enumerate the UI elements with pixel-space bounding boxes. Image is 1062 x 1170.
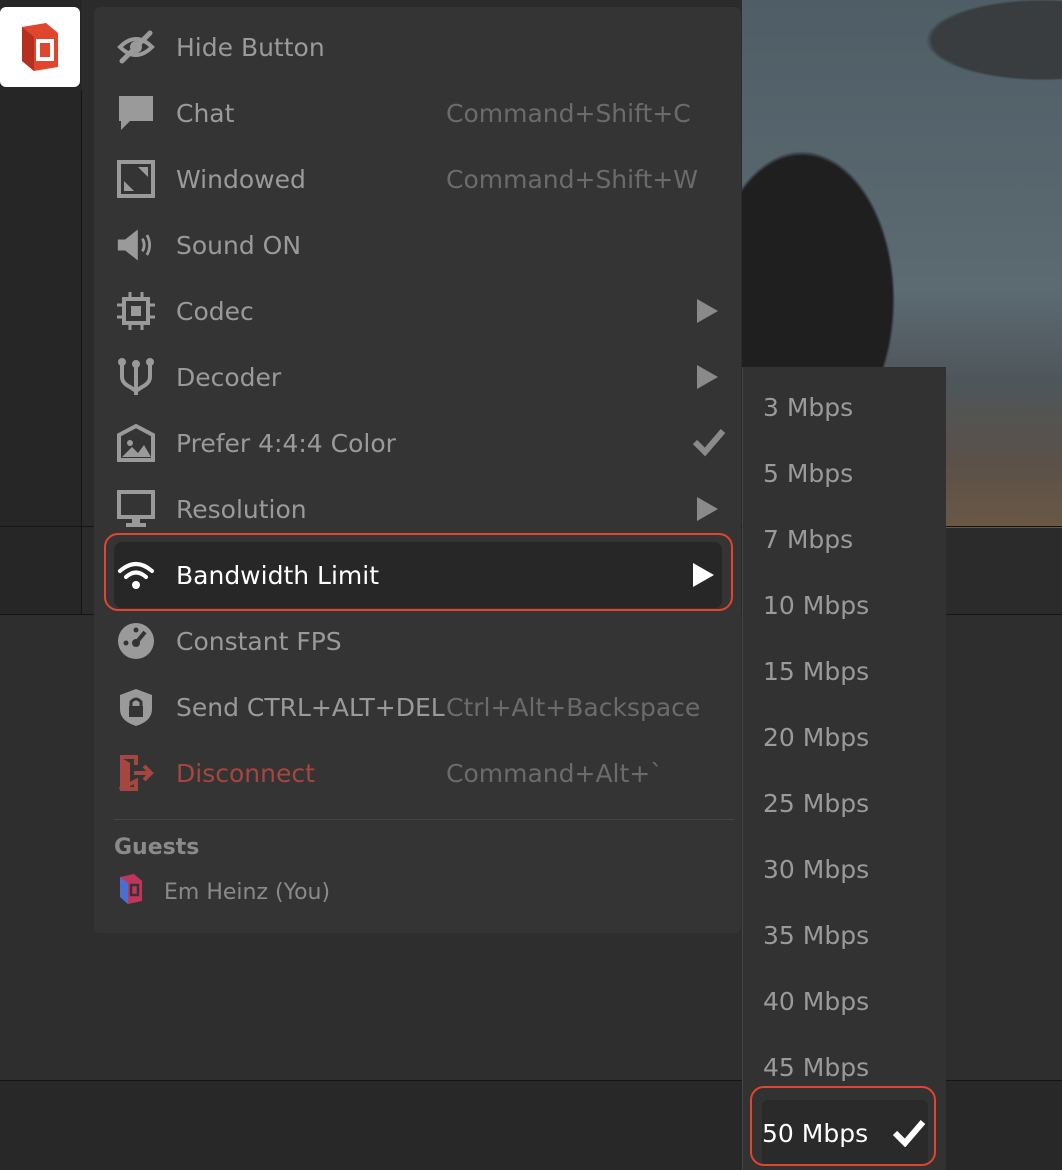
menu-item-constant-fps[interactable]: Constant FPS — [114, 608, 726, 674]
menu-item-label: Sound ON — [176, 230, 302, 260]
parsec-logo-button[interactable] — [0, 7, 80, 87]
menu-item-label: Prefer 4:4:4 Color — [176, 428, 396, 458]
speaker-icon — [116, 225, 156, 265]
exit-door-icon — [116, 753, 156, 793]
bandwidth-option[interactable]: 20 Mbps — [763, 704, 933, 770]
guest-item[interactable]: Em Heinz (You) — [118, 873, 330, 911]
menu-item-codec[interactable]: Codec — [114, 278, 726, 344]
chip-icon — [116, 291, 156, 331]
chat-bubble-icon — [116, 93, 156, 133]
lock-shield-icon — [116, 687, 156, 727]
menu-item-label: Hide Button — [176, 32, 325, 62]
menu-item-chat[interactable]: Chat Command+Shift+C — [114, 80, 726, 146]
submenu-arrow-icon — [697, 497, 718, 521]
image-icon — [116, 423, 156, 463]
bandwidth-option[interactable]: 40 Mbps — [763, 968, 933, 1034]
menu-item-label: Chat — [176, 98, 235, 128]
shortcut-label: Command+Alt+` — [446, 758, 663, 788]
option-label: 40 Mbps — [763, 986, 870, 1016]
overlay-menu: Hide Button Chat Command+Shift+C Windowe… — [94, 7, 741, 933]
option-label: 20 Mbps — [763, 722, 870, 752]
background-left-panel — [0, 0, 82, 614]
decoder-icon — [116, 357, 156, 397]
bandwidth-submenu: 3 Mbps 5 Mbps 7 Mbps 10 Mbps 15 Mbps 20 … — [742, 367, 946, 1170]
option-label: 35 Mbps — [763, 920, 870, 950]
menu-item-decoder[interactable]: Decoder — [114, 344, 726, 410]
checkmark-icon — [692, 427, 726, 463]
menu-item-disconnect[interactable]: Disconnect Command+Alt+` — [114, 740, 726, 806]
parsec-logo-icon — [22, 23, 58, 71]
option-label: 3 Mbps — [763, 392, 854, 422]
submenu-arrow-icon — [697, 365, 718, 389]
shortcut-label: Ctrl+Alt+Backspace — [446, 692, 701, 722]
eye-slash-icon — [116, 27, 156, 67]
windowed-icon — [116, 159, 156, 199]
menu-item-sound[interactable]: Sound ON — [114, 212, 726, 278]
bandwidth-option[interactable]: 3 Mbps — [763, 374, 933, 440]
option-label: 5 Mbps — [763, 458, 854, 488]
bandwidth-option[interactable]: 30 Mbps — [763, 836, 933, 902]
bandwidth-option[interactable]: 7 Mbps — [763, 506, 933, 572]
menu-item-label: Disconnect — [176, 758, 315, 788]
guests-heading: Guests — [114, 835, 200, 860]
menu-item-prefer-444-color[interactable]: Prefer 4:4:4 Color — [114, 410, 726, 476]
menu-item-label: Resolution — [176, 494, 307, 524]
menu-item-label: Send CTRL+ALT+DEL — [176, 692, 445, 722]
option-label: 15 Mbps — [763, 656, 870, 686]
menu-item-label: Decoder — [176, 362, 282, 392]
option-label: 7 Mbps — [763, 524, 854, 554]
menu-item-hide-button[interactable]: Hide Button — [114, 14, 726, 80]
highlight-ring — [104, 533, 733, 611]
guest-avatar-icon — [118, 873, 144, 911]
shortcut-label: Command+Shift+C — [446, 98, 691, 128]
menu-item-windowed[interactable]: Windowed Command+Shift+W — [114, 146, 726, 212]
menu-divider — [114, 819, 734, 820]
bandwidth-option[interactable]: 25 Mbps — [763, 770, 933, 836]
monitor-icon — [116, 489, 156, 529]
option-label: 25 Mbps — [763, 788, 870, 818]
highlight-ring — [750, 1086, 936, 1166]
guest-name: Em Heinz (You) — [164, 879, 331, 905]
bandwidth-option[interactable]: 5 Mbps — [763, 440, 933, 506]
option-label: 45 Mbps — [763, 1052, 870, 1082]
submenu-arrow-icon — [697, 299, 718, 323]
gauge-icon — [116, 621, 156, 661]
menu-item-label: Constant FPS — [176, 626, 342, 656]
background-line — [81, 90, 82, 614]
bandwidth-option[interactable]: 10 Mbps — [763, 572, 933, 638]
menu-item-label: Codec — [176, 296, 254, 326]
shortcut-label: Command+Shift+W — [446, 164, 698, 194]
menu-item-label: Windowed — [176, 164, 306, 194]
option-label: 10 Mbps — [763, 590, 870, 620]
bandwidth-option[interactable]: 35 Mbps — [763, 902, 933, 968]
option-label: 30 Mbps — [763, 854, 870, 884]
bandwidth-option[interactable]: 15 Mbps — [763, 638, 933, 704]
menu-item-send-ctrl-alt-del[interactable]: Send CTRL+ALT+DEL Ctrl+Alt+Backspace — [114, 674, 726, 740]
